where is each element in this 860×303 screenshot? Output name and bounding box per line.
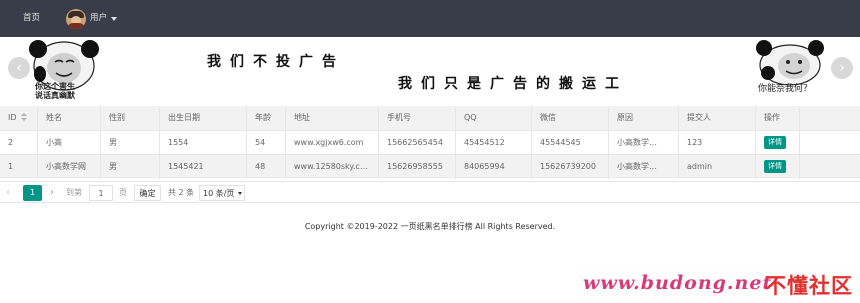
table-row: 2 小高 男 1554 54 www.xgjxw6.com 1566256545… <box>0 130 860 155</box>
column-header-id[interactable]: ID <box>0 106 38 130</box>
table-row: 1 小高数学网 男 1545421 48 www.12580sky.c… 156… <box>0 154 860 179</box>
ad-text-secondary: 我们只是广告的搬运工 <box>398 76 628 92</box>
column-header-birthdate: 出生日期 <box>160 106 247 130</box>
cell-phone: 15626958555 <box>379 155 456 179</box>
column-header-phone: 手机号 <box>379 106 456 130</box>
watermark: www.budong.net 不懂社区 <box>578 270 860 298</box>
meme-right-caption: 你能奈我何？ <box>758 84 813 94</box>
cell-phone: 15662565454 <box>379 131 456 155</box>
pagination-page-size-select[interactable]: 10 条/页 <box>199 185 245 201</box>
cell-gender: 男 <box>101 155 160 179</box>
cell-id: 1 <box>0 155 38 179</box>
ad-text-primary: 我们不投广告 <box>207 54 345 70</box>
top-nav: 首页 用户 <box>0 0 860 37</box>
cell-submitter: admin <box>679 155 756 179</box>
nav-home-link[interactable]: 首页 <box>23 0 40 37</box>
detail-button[interactable]: 详情 <box>764 136 786 149</box>
watermark-name: 不懂社区 <box>765 274 853 298</box>
column-header-reason: 原因 <box>609 106 679 130</box>
column-header-age: 年龄 <box>247 106 286 130</box>
cell-name: 小高数学网 <box>38 155 101 179</box>
cell-submitter: 123 <box>679 131 756 155</box>
cell-qq: 45454512 <box>456 131 532 155</box>
chevron-down-icon[interactable] <box>238 192 243 195</box>
cell-birthdate: 1554 <box>160 131 247 155</box>
detail-button[interactable]: 详情 <box>764 160 786 173</box>
pagination: ‹ 1 › 到第 1 页 确定 共 2 条 10 条/页 <box>0 181 860 203</box>
footer-copyright: Copyright ©2019-2022 一页纸黑名单排行榜 All Right… <box>304 222 556 231</box>
nav-user-label[interactable]: 用户 <box>90 0 107 37</box>
cell-actions: 详情 <box>756 131 800 155</box>
pagination-total-count: 共 2 条 <box>168 188 195 197</box>
cell-actions: 详情 <box>756 155 800 179</box>
panda-meme-right-image <box>752 40 828 86</box>
column-header-address: 地址 <box>286 106 379 130</box>
column-header-actions: 操作 <box>756 106 800 130</box>
pagination-page-unit: 页 <box>119 188 127 197</box>
column-header-gender: 性别 <box>101 106 160 130</box>
cell-age: 48 <box>247 155 286 179</box>
pagination-prev-button[interactable]: ‹ <box>6 185 10 201</box>
cell-address: www.xgjxw6.com <box>286 131 379 155</box>
sort-icon[interactable] <box>20 113 27 122</box>
pagination-current-page[interactable]: 1 <box>23 185 42 201</box>
cell-age: 54 <box>247 131 286 155</box>
table-header-row: ID 姓名 性别 出生日期 年龄 地址 手机号 QQ 微信 原因 提交人 操作 <box>0 106 860 130</box>
cell-gender: 男 <box>101 131 160 155</box>
cell-name: 小高 <box>38 131 101 155</box>
column-header-name: 姓名 <box>38 106 101 130</box>
cell-reason: 小高数学… <box>609 131 679 155</box>
cell-birthdate: 1545421 <box>160 155 247 179</box>
column-header-submitter: 提交人 <box>679 106 756 130</box>
carousel-next-button[interactable]: › <box>831 57 853 79</box>
cell-wechat: 45544545 <box>532 131 609 155</box>
avatar[interactable] <box>66 8 86 29</box>
chevron-down-icon[interactable] <box>111 16 118 21</box>
meme-left-caption: 你这个害生 说话真幽默 <box>35 82 75 100</box>
column-header-qq: QQ <box>456 106 532 130</box>
cell-spacer <box>800 131 860 155</box>
cell-address: www.12580sky.c… <box>286 155 379 179</box>
ad-banner: ‹ 你这个害生 说话真幽默 我们不投广告 我们只是广告的搬运工 你能奈我何？ › <box>0 37 860 105</box>
watermark-url: www.budong.net <box>583 272 773 294</box>
pagination-confirm-button[interactable]: 确定 <box>134 185 161 201</box>
nav-user-menu[interactable]: 用户 <box>66 0 118 37</box>
cell-wechat: 15626739200 <box>532 155 609 179</box>
pagination-page-input[interactable]: 1 <box>89 185 113 201</box>
column-header-spacer <box>800 106 860 130</box>
cell-reason: 小高数学… <box>609 155 679 179</box>
pagination-next-button[interactable]: › <box>50 185 54 201</box>
cell-id: 2 <box>0 131 38 155</box>
pagination-goto-label: 到第 <box>66 188 82 197</box>
column-header-wechat: 微信 <box>532 106 609 130</box>
cell-qq: 84065994 <box>456 155 532 179</box>
cell-spacer <box>800 155 860 179</box>
